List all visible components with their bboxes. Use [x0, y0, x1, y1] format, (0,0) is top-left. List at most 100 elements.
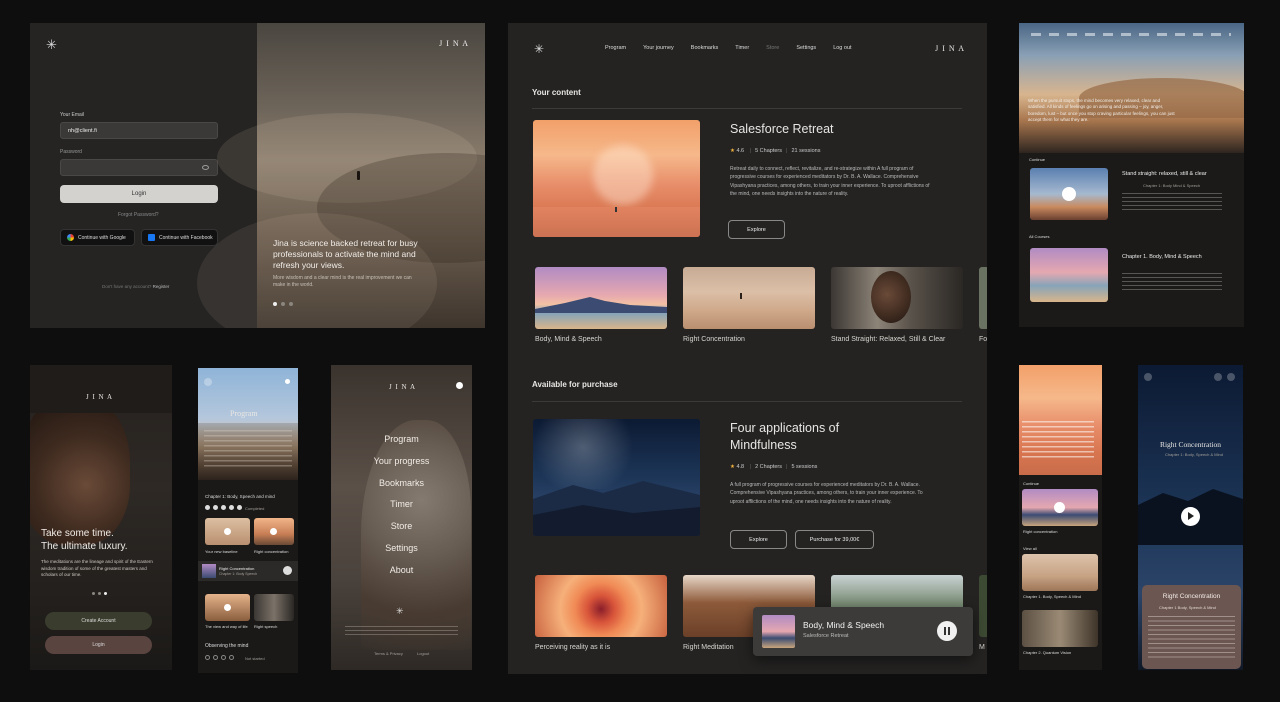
forgot-password-link[interactable]: Forgot Password? — [118, 212, 159, 218]
facebook-button[interactable]: Continue with Facebook — [141, 229, 218, 246]
section-continue: Continue — [1023, 481, 1040, 486]
login-button[interactable]: Login — [60, 185, 218, 203]
progress-dots — [205, 655, 234, 660]
star-icon: ★ — [730, 148, 735, 154]
phone-player-screen: Right Concentration Chapter 1: Body, Spe… — [1138, 365, 1243, 670]
phone-home-screen: Continue Right concentration View all Ch… — [1019, 365, 1102, 670]
menu-item-store[interactable]: Store — [331, 516, 472, 538]
nav-bookmarks[interactable]: Bookmarks — [691, 45, 719, 51]
course-desc — [1122, 273, 1222, 291]
menu-item-settings[interactable]: Settings — [331, 538, 472, 560]
thumb-perceiving-reality[interactable] — [535, 575, 667, 637]
featured2-meta: ★ 4.8 | 2 Chapters | 5 sessions — [730, 464, 818, 470]
divider — [532, 401, 962, 402]
back-icon[interactable] — [1144, 373, 1152, 381]
play-icon[interactable] — [1054, 502, 1065, 513]
menu-item-bookmarks[interactable]: Bookmarks — [331, 473, 472, 495]
thumb-right-speech[interactable] — [254, 594, 294, 621]
salesforce-retreat-image[interactable] — [533, 120, 700, 237]
thumb-body-mind-speech[interactable] — [535, 267, 667, 329]
play-icon[interactable] — [1181, 507, 1200, 526]
terms-link[interactable]: Terms & Privacy — [374, 651, 403, 656]
mindfulness-image[interactable] — [533, 419, 700, 536]
section-observing: Observing the mind — [205, 643, 249, 649]
thumb-label: Right Concentration — [683, 336, 745, 343]
thumb-label: Fo — [979, 336, 987, 343]
welcome-text: The meditations are the lineage and spir… — [41, 559, 153, 577]
purchase-button[interactable]: Purchase for 39,00€ — [795, 530, 874, 549]
menu-item-progress[interactable]: Your progress — [331, 451, 472, 473]
carousel-dot[interactable] — [289, 302, 293, 306]
thumb-view-and-way[interactable] — [205, 594, 250, 621]
featured2-title: Four applications of Mindfulness — [730, 421, 840, 452]
thumb-your-new-baseline[interactable] — [205, 518, 250, 545]
not-started-label: Not started — [245, 656, 265, 661]
program-title: Program — [230, 409, 258, 418]
continue-title: Stand straight: relaxed, still & clear — [1122, 171, 1207, 177]
item-label: Right concentration — [254, 549, 289, 554]
player-card[interactable]: Right Concentration Chapter 1 Body, Spee… — [1142, 585, 1241, 669]
nav-settings[interactable]: Settings — [796, 45, 816, 51]
card-title: Right Concentration — [1162, 593, 1221, 600]
carousel-dot[interactable] — [92, 592, 95, 595]
brand-mark: J I N A — [86, 393, 114, 401]
check-icon[interactable] — [1214, 373, 1222, 381]
course-thumb[interactable] — [1030, 248, 1108, 302]
progress-dots — [205, 505, 242, 510]
main-dashboard: ✳ Program Your journey Bookmarks Timer S… — [508, 23, 987, 674]
nav-your-journey[interactable]: Your journey — [643, 45, 674, 51]
thumb-partial[interactable] — [979, 267, 987, 329]
eye-icon[interactable] — [202, 165, 209, 170]
thumb-label: M — [979, 644, 985, 651]
thumb-right-concentration[interactable] — [683, 267, 815, 329]
carousel-dot-active[interactable] — [273, 302, 277, 306]
jina-logo-icon: ✳ — [46, 37, 57, 52]
continue-thumb[interactable] — [1030, 168, 1108, 220]
menu-item-about[interactable]: About — [331, 560, 472, 582]
thumb-partial[interactable] — [979, 575, 987, 637]
carousel-dot[interactable] — [98, 592, 101, 595]
continue-label: Right concentration — [1023, 529, 1058, 534]
thumb-stand-straight[interactable] — [831, 267, 963, 329]
nav-store[interactable]: Store — [766, 45, 779, 51]
pause-icon[interactable] — [937, 621, 957, 641]
logout-link[interactable]: Logout — [417, 651, 429, 656]
back-icon[interactable] — [204, 378, 212, 386]
play-icon[interactable] — [1062, 187, 1076, 201]
create-account-button[interactable]: Create Account — [45, 612, 152, 630]
google-button[interactable]: Continue with Google — [60, 229, 135, 246]
mobile-program-screen: Program Chapter 1: Body, Speech and mind… — [198, 368, 298, 673]
continue-thumb[interactable] — [1022, 489, 1098, 526]
player-title: Body, Mind & Speech — [803, 620, 885, 630]
menu-item-timer[interactable]: Timer — [331, 494, 472, 516]
mobile-menu-screen: J I N A Program Your progress Bookmarks … — [331, 365, 472, 670]
facebook-icon — [148, 234, 155, 241]
explore-button[interactable]: Explore — [730, 530, 787, 549]
register-link[interactable]: Register — [153, 284, 170, 289]
login-button[interactable]: Login — [45, 636, 152, 654]
email-field[interactable]: nh@client.fi — [60, 122, 218, 139]
heart-icon[interactable] — [1227, 373, 1235, 381]
desert-hero-image: J I N A Jina is science backed retreat f… — [197, 23, 485, 328]
nav-logout[interactable]: Log out — [833, 45, 851, 51]
current-item[interactable]: Right Concentration Chapter 1: Body Spee… — [198, 561, 298, 581]
section-title-your-content: Your content — [532, 88, 581, 97]
thumb-right-concentration[interactable] — [254, 518, 294, 545]
play-icon[interactable] — [224, 528, 231, 535]
menu-icon[interactable] — [285, 379, 290, 384]
nav-timer[interactable]: Timer — [735, 45, 749, 51]
password-field[interactable] — [60, 159, 218, 176]
play-icon[interactable] — [224, 604, 231, 611]
mini-player[interactable]: Body, Mind & Speech Salesforce Retreat — [753, 607, 973, 656]
menu-item-program[interactable]: Program — [331, 429, 472, 451]
pause-icon[interactable] — [283, 566, 292, 575]
explore-button[interactable]: Explore — [728, 220, 785, 239]
nav-program[interactable]: Program — [605, 45, 626, 51]
carousel-dot-active[interactable] — [104, 592, 107, 595]
carousel-dot[interactable] — [281, 302, 285, 306]
portrait-image — [30, 395, 130, 545]
course-thumb[interactable] — [1022, 610, 1098, 647]
course-thumb[interactable] — [1022, 554, 1098, 591]
close-menu-icon[interactable] — [456, 382, 463, 389]
play-icon[interactable] — [270, 528, 277, 535]
